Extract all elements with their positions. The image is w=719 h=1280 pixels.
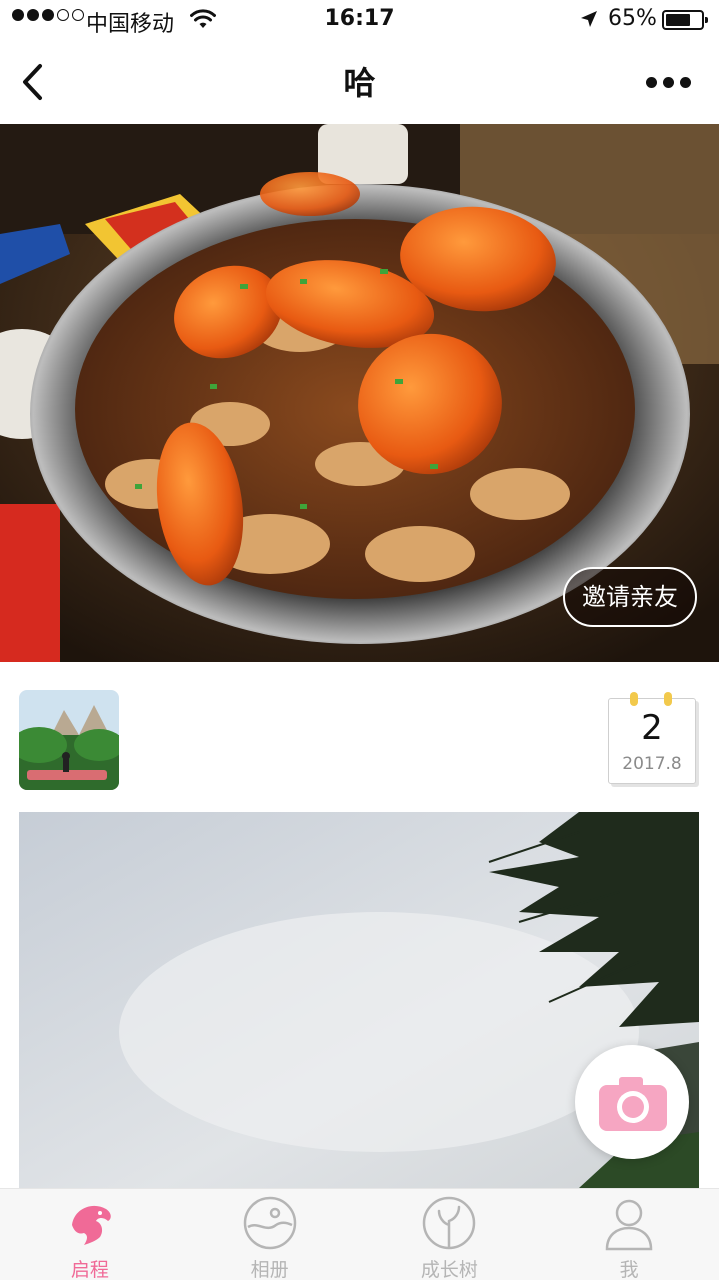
tab-label: 相册 [250,1259,289,1280]
calendar-ring [630,692,638,706]
calendar-ring [664,692,672,706]
camera-button[interactable] [575,1045,689,1159]
tab-me[interactable]: 我 [539,1189,719,1280]
tab-qicheng[interactable]: 启程 [0,1189,180,1280]
tab-growth-tree[interactable]: 成长树 [360,1189,540,1280]
tab-album[interactable]: 相册 [180,1189,360,1280]
location-arrow-icon [581,11,597,27]
nav-bar: 哈 [0,40,719,124]
avatar[interactable] [19,690,119,790]
album-face-icon [243,1196,296,1250]
growth-tree-icon [423,1196,476,1250]
camera-icon [599,1077,667,1131]
date-year-month: 2017.8 [622,754,682,774]
more-button[interactable] [646,74,694,90]
page-title: 哈 [343,64,376,102]
avatar-photo [19,690,119,790]
date-day: 2 [641,708,663,748]
tab-bar: 启程 相册 成长树 我 [0,1188,719,1280]
more-dot [680,76,691,88]
more-dot [646,76,657,88]
person-icon [605,1199,653,1251]
tab-label: 我 [619,1259,639,1280]
invite-friends-button[interactable]: 邀请亲友 [563,567,697,627]
more-dot [663,76,674,88]
battery-percent: 65% [608,6,657,31]
dolphin-icon [71,1205,111,1245]
cover-image[interactable]: 邀请亲友 [0,124,719,662]
date-calendar-badge: 2 2017.8 [606,692,698,788]
battery-icon [662,10,708,30]
status-bar: 中国移动 16:17 65% [0,0,719,40]
tab-label: 启程 [70,1259,109,1280]
tab-label: 成长树 [420,1259,478,1280]
